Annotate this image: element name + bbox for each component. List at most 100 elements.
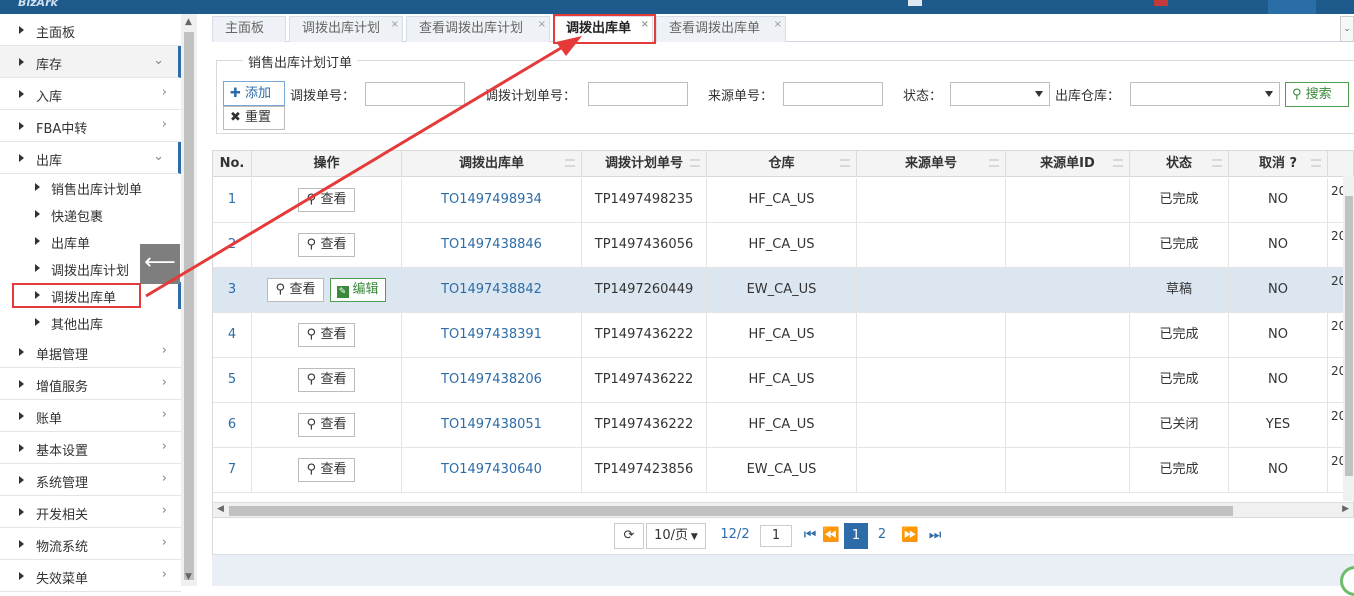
sidebar-item[interactable]: 开发相关 › <box>0 496 181 528</box>
page-2-button[interactable]: 2 <box>870 523 894 549</box>
transfer-no-input[interactable] <box>365 82 465 106</box>
column-menu-icon[interactable] <box>840 159 850 167</box>
horizontal-scrollbar[interactable]: ◀ ▶ <box>213 502 1353 517</box>
tab-scroll-icon[interactable]: ⌄ <box>1340 16 1354 42</box>
table-row[interactable]: 5 ⚲ 查看 TO1497438206 TP1497436222 HF_CA_US 已完成… <box>213 358 1353 403</box>
sidebar-item[interactable]: 增值服务 › <box>0 368 181 400</box>
transfer-order-link[interactable]: TO1497438391 <box>402 313 582 358</box>
view-button[interactable]: ⚲ 查看 <box>298 187 355 212</box>
source-no-input[interactable] <box>783 82 883 106</box>
sidebar-item[interactable]: 主面板 <box>0 14 181 46</box>
prev-page-icon[interactable]: ⏪ <box>821 523 841 549</box>
transfer-order-link[interactable]: TO1497438206 <box>402 358 582 403</box>
sidebar-item[interactable]: 入库 › <box>0 78 181 110</box>
add-button[interactable]: ✚ 添加 <box>223 81 285 106</box>
table-row[interactable]: 6 ⚲ 查看 TO1497438051 TP1497436222 HF_CA_US 已关闭… <box>213 403 1353 448</box>
view-button[interactable]: ⚲ 查看 <box>298 412 355 437</box>
table-row[interactable]: 3 ⚲ 查看 ✎ 编辑 TO1497438842 TP1497260449 EW_CA_US… <box>213 268 1353 313</box>
column-header[interactable]: 状态 <box>1130 151 1229 177</box>
search-button[interactable]: ⚲ 搜索 <box>1285 82 1349 107</box>
sidebar-item[interactable]: 系统管理 › <box>0 464 181 496</box>
column-header[interactable]: 操作 <box>252 151 402 177</box>
tab[interactable]: 调拨出库计划 × <box>289 16 403 42</box>
column-menu-icon[interactable] <box>989 159 999 167</box>
column-header[interactable]: 调拨出库单 <box>402 151 582 177</box>
search-icon: ⚲ <box>306 326 321 342</box>
scroll-down-icon[interactable]: ▼ <box>185 572 192 582</box>
view-button[interactable]: ⚲ 查看 <box>298 322 355 347</box>
first-page-icon[interactable]: ⏮ <box>802 523 818 549</box>
next-page-icon[interactable]: ⏩ <box>899 523 921 549</box>
view-button[interactable]: ⚲ 查看 <box>298 367 355 392</box>
transfer-order-link[interactable]: TO1497438051 <box>402 403 582 448</box>
sidebar-item[interactable]: 失效菜单 › <box>0 560 181 592</box>
last-page-icon[interactable]: ⏭ <box>925 523 945 549</box>
transfer-order-link[interactable]: TO1497498934 <box>402 178 582 223</box>
sidebar-item[interactable]: 基本设置 › <box>0 432 181 464</box>
view-button[interactable]: ⚲ 查看 <box>298 457 355 482</box>
column-menu-icon[interactable] <box>1113 159 1123 167</box>
tab[interactable]: 查看调拨出库单 × <box>656 16 786 42</box>
column-header[interactable]: 来源单ID <box>1006 151 1130 177</box>
scrollbar-thumb[interactable] <box>229 506 1233 516</box>
sidebar-scrollbar[interactable]: ▲ ▼ <box>181 14 197 586</box>
table-row[interactable]: 1 ⚲ 查看 TO1497498934 TP1497498235 HF_CA_US 已完成… <box>213 178 1353 223</box>
sidebar-item[interactable]: 单据管理 › <box>0 336 181 368</box>
collapse-sidebar-button[interactable]: ⟵ <box>140 244 180 284</box>
page-size-select[interactable]: 10/页 ▼ <box>646 523 706 549</box>
transfer-order-link[interactable]: TO1497438846 <box>402 223 582 268</box>
sidebar-subitem[interactable]: 销售出库计划单 <box>0 174 181 201</box>
transfer-order-link[interactable]: TO1497430640 <box>402 448 582 493</box>
plan-no-input[interactable] <box>588 82 688 106</box>
scrollbar-thumb[interactable] <box>1345 196 1353 476</box>
close-icon[interactable]: × <box>391 13 399 37</box>
sidebar-item[interactable]: 物流系统 › <box>0 528 181 560</box>
edit-button[interactable]: ✎ 编辑 <box>329 277 386 302</box>
column-header[interactable]: No. <box>213 151 252 177</box>
sidebar-subitem[interactable]: 快递包裹 <box>0 201 181 228</box>
view-button[interactable]: ⚲ 查看 <box>267 277 324 302</box>
view-label: 查看 <box>320 326 347 342</box>
sidebar-subitem[interactable]: 其他出库 <box>0 309 181 336</box>
tab[interactable]: 调拨出库单 × <box>553 16 653 43</box>
sidebar-item[interactable]: FBA中转 › <box>0 110 181 142</box>
table-row[interactable]: 4 ⚲ 查看 TO1497438391 TP1497436222 HF_CA_US 已完成… <box>213 313 1353 358</box>
scroll-up-icon[interactable]: ▲ <box>185 17 192 27</box>
column-header-label: 调拨计划单号 <box>604 156 683 171</box>
column-header[interactable]: 仓库 <box>707 151 857 177</box>
column-header[interactable]: 来源单号 <box>857 151 1006 177</box>
view-button[interactable]: ⚲ 查看 <box>298 232 355 257</box>
warehouse-select[interactable] <box>1130 82 1280 106</box>
scrollbar-thumb[interactable] <box>184 32 194 580</box>
page-input[interactable]: 1 <box>760 525 792 547</box>
column-header[interactable]: 取消 ? <box>1229 151 1328 177</box>
tab[interactable]: 查看调拨出库计划 × <box>406 16 550 42</box>
close-icon[interactable]: × <box>641 13 649 37</box>
table-row[interactable]: 2 ⚲ 查看 TO1497438846 TP1497436056 HF_CA_US 已完成… <box>213 223 1353 268</box>
sidebar-item[interactable]: 账单 › <box>0 400 181 432</box>
sidebar-item-label: 增值服务 <box>36 380 89 395</box>
scroll-left-icon[interactable]: ◀ <box>217 504 224 514</box>
column-header[interactable]: 调拨计划单号 <box>582 151 707 177</box>
sidebar-item[interactable]: 库存 ⌄ <box>0 46 181 78</box>
tab-label: 调拨出库单 <box>566 21 632 36</box>
topbar-menu-button[interactable] <box>1268 0 1316 14</box>
refresh-button[interactable]: ⟳ <box>614 523 644 549</box>
transfer-order-link[interactable]: TO1497438842 <box>402 268 582 313</box>
sidebar-item[interactable]: 出库 ⌄ <box>0 142 181 174</box>
column-menu-icon[interactable] <box>565 159 575 167</box>
table-row[interactable]: 7 ⚲ 查看 TO1497430640 TP1497423856 EW_CA_US 已完成… <box>213 448 1353 493</box>
sidebar-subitem[interactable]: 调拨出库单 <box>0 282 181 309</box>
column-menu-icon[interactable] <box>1212 159 1222 167</box>
reset-button[interactable]: ✖ 重置 <box>223 106 285 130</box>
scroll-right-icon[interactable]: ▶ <box>1342 504 1349 514</box>
plan-number: TP1497498235 <box>582 178 707 223</box>
close-icon[interactable]: × <box>538 13 546 37</box>
vertical-scrollbar[interactable] <box>1343 176 1354 501</box>
close-icon[interactable]: × <box>774 13 782 37</box>
page-1-button[interactable]: 1 <box>844 523 868 549</box>
column-menu-icon[interactable] <box>690 159 700 167</box>
status-select[interactable] <box>950 82 1050 106</box>
column-menu-icon[interactable] <box>1311 159 1321 167</box>
tab[interactable]: 主面板 <box>212 16 286 42</box>
